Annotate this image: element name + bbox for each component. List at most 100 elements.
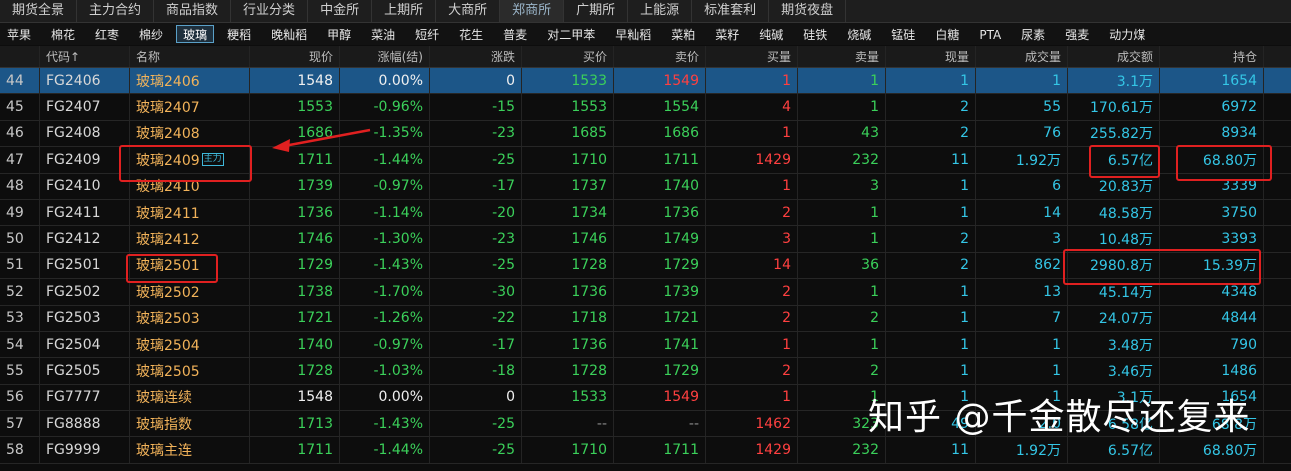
cell-volume: 3 xyxy=(976,226,1068,252)
table-row[interactable]: 58 FG9999 玻璃主连 1711 -1.44% -25 1710 1711 1429 232… xyxy=(0,437,1291,464)
cell-name: 玻璃2503 xyxy=(130,305,250,331)
cell-change: -18 xyxy=(430,358,522,384)
column-header-code[interactable]: 代码↑ xyxy=(40,46,130,67)
column-header-open-interest[interactable]: 持仓 xyxy=(1160,46,1264,67)
product-8[interactable]: 菜油 xyxy=(364,25,402,43)
cell-code: FG2410 xyxy=(40,173,130,199)
cell-change: -15 xyxy=(430,94,522,120)
product-16[interactable]: 纯碱 xyxy=(752,25,790,43)
table-row[interactable]: 48 FG2410 玻璃2410 1739 -0.97% -17 1737 1740 1 3 1 6 2… xyxy=(0,173,1291,200)
change-value: -20 xyxy=(492,204,515,221)
table-row[interactable]: 57 FG8888 玻璃指数 1713 -1.43% -25 -- -- 1462 323 49 2.… xyxy=(0,411,1291,438)
product-11[interactable]: 普麦 xyxy=(496,25,534,43)
cell-name: 玻璃2407 xyxy=(130,94,250,120)
product-0[interactable]: 苹果 xyxy=(0,25,38,43)
tab-6[interactable]: 大商所 xyxy=(436,0,501,22)
product-22[interactable]: 尿素 xyxy=(1014,25,1052,43)
product-24[interactable]: 动力煤 xyxy=(1102,25,1152,43)
last-price-value: 1721 xyxy=(297,310,333,327)
name-value: 玻璃2411 xyxy=(136,205,200,222)
product-1[interactable]: 棉花 xyxy=(44,25,82,43)
product-2[interactable]: 红枣 xyxy=(88,25,126,43)
tab-9[interactable]: 上能源 xyxy=(628,0,693,22)
table-row[interactable]: 50 FG2412 玻璃2412 1746 -1.30% -23 1746 1749 3 1 2 3 1… xyxy=(0,226,1291,253)
table-row[interactable]: 53 FG2503 玻璃2503 1721 -1.26% -22 1718 1721 2 2 1 7 2… xyxy=(0,305,1291,332)
change-value: -18 xyxy=(492,362,515,379)
cell-ask-volume: 323 xyxy=(798,411,886,437)
column-header-last-price[interactable]: 现价 xyxy=(250,46,340,67)
product-10[interactable]: 花生 xyxy=(452,25,490,43)
table-row[interactable]: 49 FG2411 玻璃2411 1736 -1.14% -20 1734 1736 2 1 1 14… xyxy=(0,199,1291,227)
cell-row-number: 46 xyxy=(0,120,40,147)
tab-4[interactable]: 中金所 xyxy=(308,0,373,22)
table-row[interactable]: 55 FG2505 玻璃2505 1728 -1.03% -18 1728 1729 2 2 1 1 3… xyxy=(0,358,1291,385)
ask-volume-value: 232 xyxy=(852,151,879,168)
product-5[interactable]: 粳稻 xyxy=(220,25,258,43)
cell-bid-volume: 1 xyxy=(706,68,798,94)
product-12[interactable]: 对二甲苯 xyxy=(540,25,602,43)
table-row[interactable]: 46 FG2408 玻璃2408 1686 -1.35% -23 1685 1686 1 43 2 7… xyxy=(0,120,1291,148)
cell-bid-volume: 2 xyxy=(706,279,798,305)
column-header-ask-price[interactable]: 卖价 xyxy=(614,46,706,67)
column-header-bid-volume[interactable]: 买量 xyxy=(706,46,798,67)
product-6[interactable]: 晚籼稻 xyxy=(264,25,314,43)
table-row[interactable]: 51 FG2501 玻璃2501 1729 -1.43% -25 1728 1729 14 36 2… xyxy=(0,252,1291,280)
product-15[interactable]: 菜籽 xyxy=(708,25,746,43)
column-header-name[interactable]: 名称 xyxy=(130,46,250,67)
cell-last-price: 1739 xyxy=(250,173,340,199)
cell-volume: 76 xyxy=(976,120,1068,147)
product-20[interactable]: 白糖 xyxy=(928,25,966,43)
tab-0[interactable]: 期货全景 xyxy=(0,0,78,22)
tab-8[interactable]: 广期所 xyxy=(564,0,629,22)
column-header-volume[interactable]: 成交量 xyxy=(976,46,1068,67)
table-row[interactable]: 52 FG2502 玻璃2502 1738 -1.70% -30 1736 1739 2 1 1 13… xyxy=(0,279,1291,306)
product-19[interactable]: 锰硅 xyxy=(884,25,922,43)
table-row[interactable]: 45 FG2407 玻璃2407 1553 -0.96% -15 1553 1554 4 1 2 55… xyxy=(0,94,1291,121)
cell-turnover: 3.46万 xyxy=(1068,358,1160,384)
tab-11[interactable]: 期货夜盘 xyxy=(769,0,847,22)
tab-3[interactable]: 行业分类 xyxy=(231,0,309,22)
table-header: 代码↑ 名称 现价 涨幅(结) 涨跌 买价 卖价 买量 卖量 现量 成交量 成交额 持仓 xyxy=(0,46,1291,68)
ask-price-value: 1711 xyxy=(663,151,699,168)
tab-7[interactable]: 郑商所 xyxy=(500,0,565,22)
cell-open-interest: 15.39万 xyxy=(1160,252,1264,279)
table-row[interactable]: 56 FG7777 玻璃连续 1548 0.00% 0 1533 1549 1 1 1 1 3.1万 16… xyxy=(0,384,1291,412)
cell-change-percent: 0.00% xyxy=(340,68,430,94)
product-9[interactable]: 短纤 xyxy=(408,25,446,43)
column-header-row-number[interactable] xyxy=(0,46,40,67)
name-value: 玻璃2407 xyxy=(136,100,200,117)
bid-volume-value: 14 xyxy=(773,257,791,274)
table-row[interactable]: 54 FG2504 玻璃2504 1740 -0.97% -17 1736 1741 1 1 1 1 3… xyxy=(0,331,1291,359)
cell-ask-volume: 232 xyxy=(798,437,886,463)
column-header-change-percent[interactable]: 涨幅(结) xyxy=(340,46,430,67)
tab-1[interactable]: 主力合约 xyxy=(77,0,155,22)
column-header-current-volume[interactable]: 现量 xyxy=(886,46,976,67)
product-7[interactable]: 甲醇 xyxy=(320,25,358,43)
column-header-change[interactable]: 涨跌 xyxy=(430,46,522,67)
column-header-turnover[interactable]: 成交额 xyxy=(1068,46,1160,67)
product-17[interactable]: 硅铁 xyxy=(796,25,834,43)
cell-turnover: 3.1万 xyxy=(1068,384,1160,411)
column-header-ask-volume[interactable]: 卖量 xyxy=(798,46,886,67)
current-volume-value: 1 xyxy=(960,310,969,327)
product-18[interactable]: 烧碱 xyxy=(840,25,878,43)
tab-2[interactable]: 商品指数 xyxy=(154,0,232,22)
tab-5[interactable]: 上期所 xyxy=(372,0,437,22)
name-value: 玻璃指数 xyxy=(136,416,192,433)
ask-volume-value: 1 xyxy=(870,389,879,406)
cell-name: 玻璃主连 xyxy=(130,437,250,463)
product-23[interactable]: 强麦 xyxy=(1058,25,1096,43)
table-row[interactable]: 47 FG2409 玻璃2409 主力 1711 -1.44% -25 1710 1711 142… xyxy=(0,147,1291,174)
cell-turnover: 6.57亿 xyxy=(1068,437,1160,463)
turnover-value: 48.58万 xyxy=(1098,205,1153,222)
cell-current-volume: 11 xyxy=(886,147,976,173)
product-13[interactable]: 早籼稻 xyxy=(608,25,658,43)
product-4[interactable]: 玻璃 xyxy=(176,25,215,43)
column-header-bid-price[interactable]: 买价 xyxy=(522,46,614,67)
cell-open-interest: 8934 xyxy=(1160,120,1264,147)
product-21[interactable]: PTA xyxy=(972,25,1008,43)
tab-10[interactable]: 标准套利 xyxy=(692,0,770,22)
table-row[interactable]: 44 FG2406 玻璃2406 1548 0.00% 0 1533 1549 1 1 1 1 3.1万… xyxy=(0,68,1291,95)
product-14[interactable]: 菜粕 xyxy=(664,25,702,43)
product-3[interactable]: 棉纱 xyxy=(132,25,170,43)
